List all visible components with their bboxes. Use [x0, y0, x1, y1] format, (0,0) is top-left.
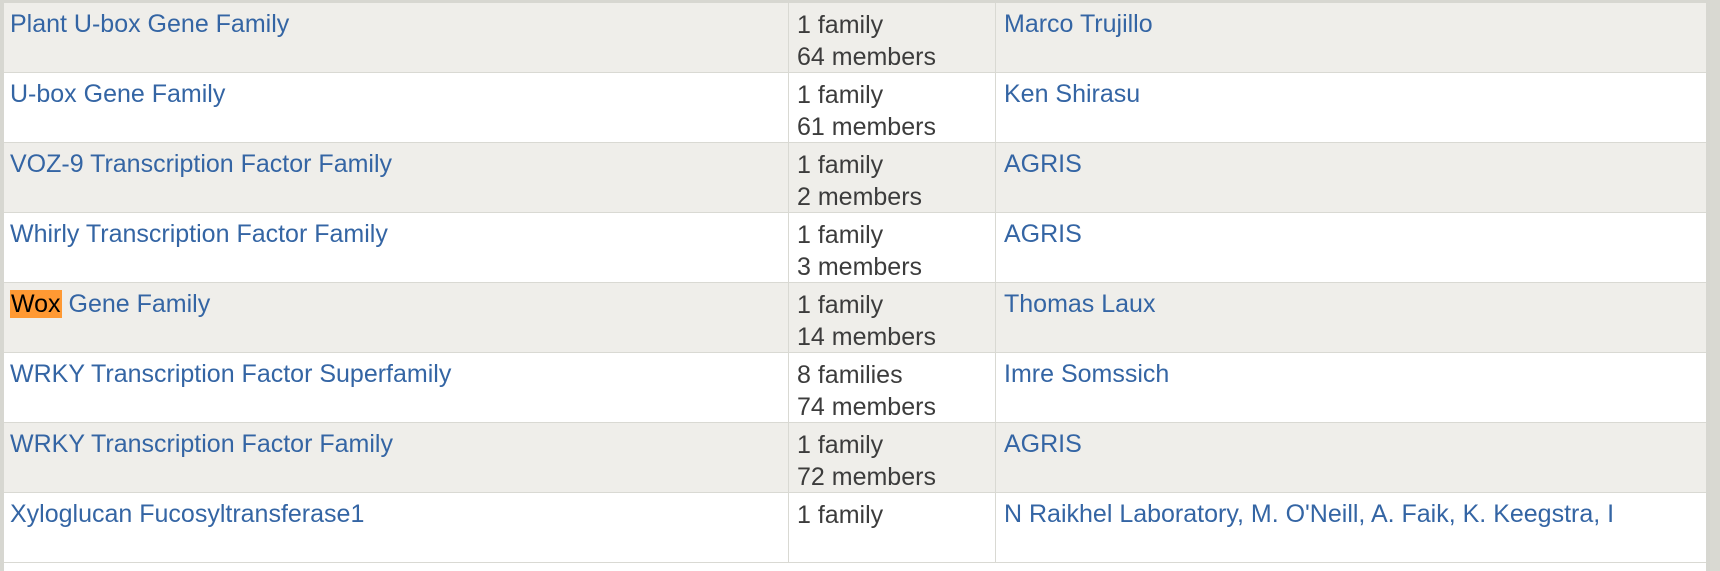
cell-counts: 1 family — [788, 493, 995, 562]
author-link[interactable]: N Raikhel Laboratory, M. O'Neill, A. Fai… — [1004, 500, 1614, 528]
family-count: 8 families — [797, 361, 903, 389]
author-link[interactable]: Ken Shirasu — [1004, 80, 1140, 108]
cell-author: AGRIS — [995, 213, 1706, 282]
cell-family-name: VOZ-9 Transcription Factor Family — [4, 143, 788, 212]
family-name-link[interactable]: WRKY Transcription Factor Superfamily — [10, 360, 451, 388]
table-row: WRKY Transcription Factor Family 1 family… — [4, 423, 1706, 493]
member-count: 61 members — [797, 113, 936, 141]
family-name-link[interactable]: Wox Gene Family — [10, 290, 210, 318]
family-count: 1 family — [797, 431, 884, 459]
table-row: Whirly Transcription Factor Family 1 fami… — [4, 213, 1706, 283]
search-term-highlight: Wox — [10, 290, 62, 318]
cell-family-name: Wox Gene Family — [4, 283, 788, 352]
cell-family-name: Plant U-box Gene Family — [4, 3, 788, 72]
cell-counts: 1 family 2 members — [788, 143, 995, 212]
family-name-link[interactable]: Whirly Transcription Factor Family — [10, 220, 388, 248]
family-count: 1 family — [797, 501, 884, 529]
cell-counts: 8 families 74 members — [788, 353, 995, 422]
cell-author: Thomas Laux — [995, 283, 1706, 352]
member-count: 2 members — [797, 183, 923, 211]
member-count: 64 members — [797, 43, 936, 71]
cell-counts: 1 family 72 members — [788, 423, 995, 492]
author-link[interactable]: Thomas Laux — [1004, 290, 1155, 318]
cell-author: N Raikhel Laboratory, M. O'Neill, A. Fai… — [995, 493, 1706, 562]
table-row: VOZ-9 Transcription Factor Family 1 famil… — [4, 143, 1706, 213]
cell-family-name: WRKY Transcription Factor Superfamily — [4, 353, 788, 422]
cell-counts: 1 family 3 members — [788, 213, 995, 282]
family-name-link[interactable]: WRKY Transcription Factor Family — [10, 430, 393, 458]
family-count: 1 family — [797, 221, 884, 249]
cell-author: AGRIS — [995, 143, 1706, 212]
family-name-link[interactable]: Xyloglucan Fucosyltransferase1 — [10, 500, 364, 528]
table-row: U-box Gene Family 1 family 61 members Ken S… — [4, 73, 1706, 143]
cell-family-name: Xyloglucan Fucosyltransferase1 — [4, 493, 788, 562]
family-name-link[interactable]: Plant U-box Gene Family — [10, 10, 289, 38]
gene-family-results-table: Plant U-box Gene Family 1 family 64 member… — [0, 0, 1710, 571]
table-row: Plant U-box Gene Family 1 family 64 member… — [4, 3, 1706, 73]
cell-author: AGRIS — [995, 423, 1706, 492]
cell-family-name: U-box Gene Family — [4, 73, 788, 142]
author-link[interactable]: Imre Somssich — [1004, 360, 1169, 388]
cell-counts: 1 family 61 members — [788, 73, 995, 142]
cell-family-name: Whirly Transcription Factor Family — [4, 213, 788, 282]
table-row: Xyloglucan Fucosyltransferase1 1 family N … — [4, 493, 1706, 563]
cell-author: Imre Somssich — [995, 353, 1706, 422]
family-count: 1 family — [797, 11, 884, 39]
family-name-link[interactable]: VOZ-9 Transcription Factor Family — [10, 150, 392, 178]
table-row: WRKY Transcription Factor Superfamily 8 f… — [4, 353, 1706, 423]
table-row: Wox Gene Family 1 family 14 members Thomas … — [4, 283, 1706, 353]
family-count: 1 family — [797, 151, 884, 179]
family-name-link[interactable]: U-box Gene Family — [10, 80, 225, 108]
family-count: 1 family — [797, 291, 884, 319]
author-link[interactable]: AGRIS — [1004, 430, 1082, 458]
member-count: 14 members — [797, 323, 936, 351]
cell-author: Ken Shirasu — [995, 73, 1706, 142]
author-link[interactable]: Marco Trujillo — [1004, 10, 1153, 38]
author-link[interactable]: AGRIS — [1004, 220, 1082, 248]
member-count: 74 members — [797, 393, 936, 421]
member-count: 3 members — [797, 253, 923, 281]
author-link[interactable]: AGRIS — [1004, 150, 1082, 178]
member-count: 72 members — [797, 463, 936, 491]
cell-counts: 1 family 14 members — [788, 283, 995, 352]
cell-counts: 1 family 64 members — [788, 3, 995, 72]
family-name-text: Gene Family — [61, 290, 211, 318]
cell-author: Marco Trujillo — [995, 3, 1706, 72]
family-count: 1 family — [797, 81, 884, 109]
cell-family-name: WRKY Transcription Factor Family — [4, 423, 788, 492]
